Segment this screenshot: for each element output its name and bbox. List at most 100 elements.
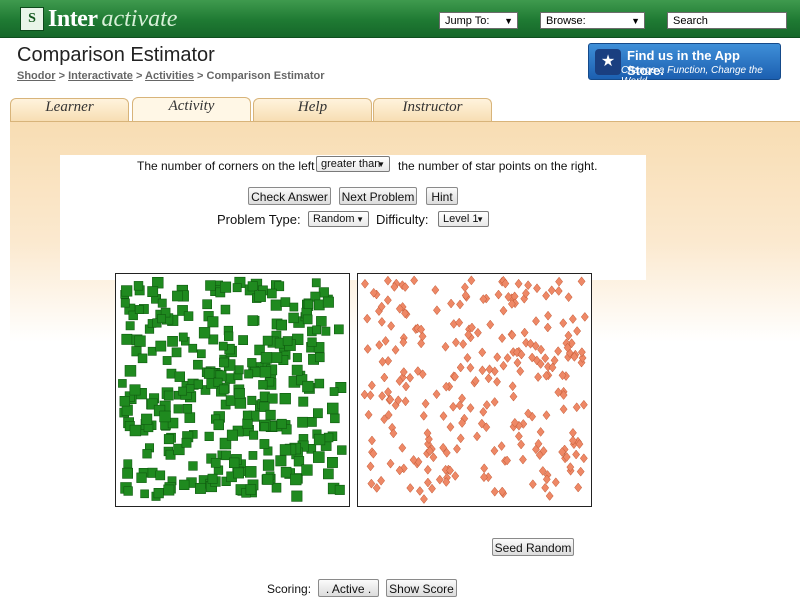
green-square-shape <box>238 335 248 345</box>
green-square-shape <box>147 286 159 297</box>
orange-star-shape <box>381 336 390 346</box>
orange-star-shape <box>398 442 407 453</box>
green-square-shape <box>129 384 141 396</box>
green-square-shape <box>247 281 258 292</box>
problem-type-select[interactable]: Random ▼ <box>308 211 369 227</box>
orange-star-shape <box>547 285 556 296</box>
chevron-down-icon: ▼ <box>356 215 364 224</box>
green-square-shape <box>289 302 299 312</box>
orange-star-shape <box>573 326 582 336</box>
orange-star-shape <box>564 292 573 303</box>
difficulty-label: Difficulty: <box>376 212 429 227</box>
chevron-down-icon: ▼ <box>631 16 640 26</box>
breadcrumb-activities[interactable]: Activities <box>145 70 194 82</box>
green-square-shape <box>134 305 144 314</box>
orange-star-shape <box>542 290 551 301</box>
comparison-select[interactable]: greater than ▼ <box>316 156 390 172</box>
green-square-shape <box>280 466 292 478</box>
green-square-shape <box>163 390 174 401</box>
top-navigation-bar: S Inter activate Jump To: ▼ Browse: ▼ Sea… <box>0 0 800 38</box>
breadcrumb: Shodor > Interactivate > Activities > Co… <box>17 70 324 82</box>
orange-star-shape <box>366 461 375 472</box>
green-square-shape <box>197 349 206 359</box>
green-square-shape <box>312 325 321 335</box>
hint-button[interactable]: Hint <box>426 187 458 205</box>
next-problem-button[interactable]: Next Problem <box>339 187 417 205</box>
page-title: Comparison Estimator <box>17 44 215 66</box>
orange-star-shape <box>415 486 424 496</box>
orange-star-shape <box>493 376 501 387</box>
breadcrumb-interactivate[interactable]: Interactivate <box>68 70 133 82</box>
green-square-shape <box>193 379 203 389</box>
green-square-shape <box>157 314 167 324</box>
green-square-shape <box>123 486 133 496</box>
app-store-tagline: Change a Function, Change the World <box>621 65 763 87</box>
green-square-shape <box>242 410 252 420</box>
app-store-banner[interactable]: ★ Find us in the App Store. Change a Fun… <box>588 43 781 87</box>
green-square-shape <box>202 299 212 310</box>
tab-learner[interactable]: Learner <box>10 98 129 121</box>
green-square-shape <box>171 347 182 358</box>
orange-star-shape <box>453 443 461 454</box>
green-square-shape <box>233 467 244 479</box>
green-square-shape <box>297 416 308 428</box>
orange-star-shape <box>363 344 372 354</box>
tab-help[interactable]: Help <box>253 98 372 121</box>
orange-star-shape <box>579 399 588 410</box>
tab-instructor[interactable]: Instructor <box>373 98 492 121</box>
green-square-shape <box>311 278 321 288</box>
green-square-shape <box>140 489 149 499</box>
orange-star-shape <box>435 474 444 485</box>
green-square-shape <box>181 437 192 448</box>
green-square-shape <box>270 299 282 311</box>
show-score-button[interactable]: Show Score <box>386 579 457 597</box>
green-square-shape <box>118 379 127 388</box>
green-square-shape <box>133 281 144 291</box>
check-answer-button[interactable]: Check Answer <box>248 187 331 205</box>
orange-star-shape <box>417 338 426 349</box>
green-square-shape <box>314 378 325 389</box>
orange-star-shape <box>484 373 493 384</box>
green-square-shape <box>183 311 194 321</box>
orange-star-shape <box>494 289 503 300</box>
green-square-shape <box>182 404 193 414</box>
green-square-shape <box>142 449 152 459</box>
orange-star-shape <box>367 380 376 391</box>
green-square-shape <box>334 484 345 495</box>
seed-random-button[interactable]: Seed Random <box>492 538 574 556</box>
green-square-shape <box>260 422 270 432</box>
orange-star-shape <box>463 352 472 363</box>
interactivate-logo[interactable]: S Inter activate <box>20 5 177 33</box>
orange-star-shape <box>577 347 586 358</box>
scoring-active-button[interactable]: . Active . <box>318 579 379 597</box>
orange-star-shape <box>420 494 428 504</box>
green-square-shape <box>321 326 331 336</box>
orange-star-shape <box>410 275 419 286</box>
green-square-shape <box>203 368 215 379</box>
orange-star-shape <box>541 482 550 493</box>
squares-canvas <box>118 276 347 502</box>
breadcrumb-shodor[interactable]: Shodor <box>17 70 56 82</box>
breadcrumb-separator: > <box>135 70 143 82</box>
browse-select[interactable]: Browse: ▼ <box>540 12 645 29</box>
green-square-shape <box>125 321 135 331</box>
green-square-shape <box>248 451 258 460</box>
search-input[interactable]: Search <box>667 12 787 29</box>
orange-star-shape <box>499 305 508 316</box>
orange-star-shape <box>478 347 487 358</box>
orange-star-shape <box>361 278 369 289</box>
green-square-shape <box>247 315 259 326</box>
orange-star-shape <box>452 337 460 348</box>
green-square-shape <box>122 467 133 479</box>
orange-star-shape <box>406 372 414 383</box>
tab-activity[interactable]: Activity <box>132 97 251 122</box>
orange-star-shape <box>446 422 455 432</box>
orange-star-shape <box>377 316 386 327</box>
green-square-shape <box>193 359 203 370</box>
difficulty-select[interactable]: Level 1 ▼ <box>438 211 489 227</box>
orange-star-shape <box>466 403 475 413</box>
green-square-shape <box>207 473 218 484</box>
green-square-shape <box>141 413 153 425</box>
jump-to-select[interactable]: Jump To: ▼ <box>439 12 518 29</box>
orange-star-shape <box>461 282 469 293</box>
